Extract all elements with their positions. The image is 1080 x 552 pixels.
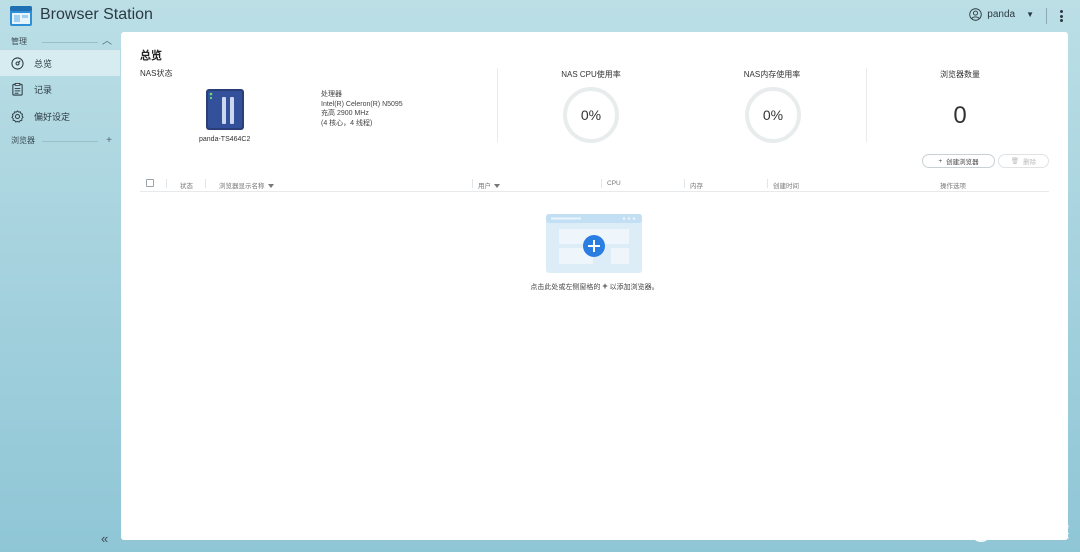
trash-icon: 🗑: [1010, 158, 1020, 165]
empty-state-hint: 点击此处或左侧窗格的 + 以添加浏览器。: [530, 281, 659, 291]
browser-count-label: 浏览器数量: [940, 70, 980, 79]
watermark: 值 什么值得买: [970, 521, 1070, 542]
dashboard-icon: [11, 56, 24, 70]
gear-icon: [11, 109, 24, 123]
processor-cores: (4 核心，4 线程): [321, 119, 373, 127]
divider: [42, 141, 98, 142]
divider: [497, 68, 498, 142]
column-created-time[interactable]: 创建时间: [773, 180, 799, 190]
page-title: 总览: [140, 50, 162, 62]
chevron-down-icon: ▼: [1026, 10, 1034, 19]
filter-icon[interactable]: [267, 184, 274, 189]
column-browser-name[interactable]: 浏览器显示名称: [219, 180, 274, 190]
section-label: 浏览器: [11, 136, 35, 145]
processor-frequency: 充高 2900 MHz: [321, 110, 369, 117]
sidebar-item-label: 偏好设定: [34, 111, 71, 122]
section-label: 管理: [11, 37, 27, 46]
divider: [866, 68, 867, 142]
user-menu[interactable]: panda ▼: [969, 8, 1034, 21]
add-icon[interactable]: +: [106, 133, 112, 149]
table-header: 状态 浏览器显示名称 用户 CPU 内存 创建时间 操作选项: [140, 177, 1049, 192]
watermark-logo: 值: [970, 521, 991, 542]
processor-label: 处理器: [321, 91, 342, 98]
app-title: Browser Station: [40, 6, 153, 23]
column-memory[interactable]: 内存: [690, 180, 703, 190]
column-actions: 操作选项: [940, 183, 966, 190]
column-cpu[interactable]: CPU: [607, 180, 621, 187]
sidebar-item-label: 记录: [34, 84, 53, 95]
plus-icon: +: [602, 281, 608, 291]
user-icon: [969, 8, 982, 21]
log-icon: [12, 82, 23, 96]
sidebar-section-browsers: 浏览器 +: [0, 133, 120, 149]
collapse-sidebar-icon[interactable]: «: [101, 531, 108, 546]
filter-icon[interactable]: [494, 184, 500, 189]
cpu-usage-value: 0%: [580, 107, 602, 123]
sidebar-section-manage[interactable]: 管理 ︿: [0, 34, 120, 50]
sidebar-item-logs[interactable]: 记录: [0, 76, 120, 102]
nas-name: panda-TS464C2: [199, 136, 251, 143]
divider: [42, 42, 98, 43]
create-browser-label: 创建浏览器: [946, 159, 979, 166]
sidebar: 管理 ︿ 总览 记录 偏好设定 浏览器 + «: [0, 32, 120, 552]
divider: [1046, 8, 1047, 24]
nas-status-label: NAS状态: [140, 69, 173, 78]
more-options-icon[interactable]: [1058, 8, 1064, 24]
cpu-usage-gauge: 0%: [563, 87, 619, 143]
user-name: panda: [987, 9, 1016, 20]
watermark-text: 什么值得买: [994, 524, 1070, 541]
sidebar-item-label: 总览: [34, 58, 53, 69]
create-browser-button[interactable]: + 创建浏览器: [922, 154, 995, 168]
select-all-checkbox[interactable]: [146, 179, 154, 187]
nas-device-icon: [206, 89, 244, 130]
sidebar-item-overview[interactable]: 总览: [0, 50, 120, 76]
memory-usage-value: 0%: [762, 107, 784, 123]
column-status[interactable]: 状态: [180, 180, 193, 190]
processor-model: Intel(R) Celeron(R) N5095: [321, 100, 403, 108]
browser-station-logo-icon: [10, 6, 32, 26]
browser-count-value: 0: [953, 102, 967, 129]
plus-icon: +: [938, 157, 943, 165]
cpu-usage-label: NAS CPU使用率: [561, 70, 621, 79]
memory-usage-label: NAS内存使用率: [743, 70, 801, 79]
main-panel: 总览 NAS状态 panda-TS464C2 处理器 Intel(R) Cele…: [121, 32, 1068, 540]
sidebar-item-preferences[interactable]: 偏好设定: [0, 103, 120, 129]
chevron-up-icon[interactable]: ︿: [102, 34, 112, 50]
delete-button[interactable]: 🗑 删除: [998, 154, 1049, 168]
memory-usage-gauge: 0%: [745, 87, 801, 143]
processor-info: 处理器 Intel(R) Celeron(R) N5095 充高 2900 MH…: [321, 90, 403, 128]
top-bar: Browser Station panda ▼: [0, 0, 1080, 32]
column-user[interactable]: 用户: [478, 180, 500, 190]
delete-label: 删除: [1023, 159, 1037, 166]
empty-state-illustration[interactable]: [546, 214, 642, 273]
